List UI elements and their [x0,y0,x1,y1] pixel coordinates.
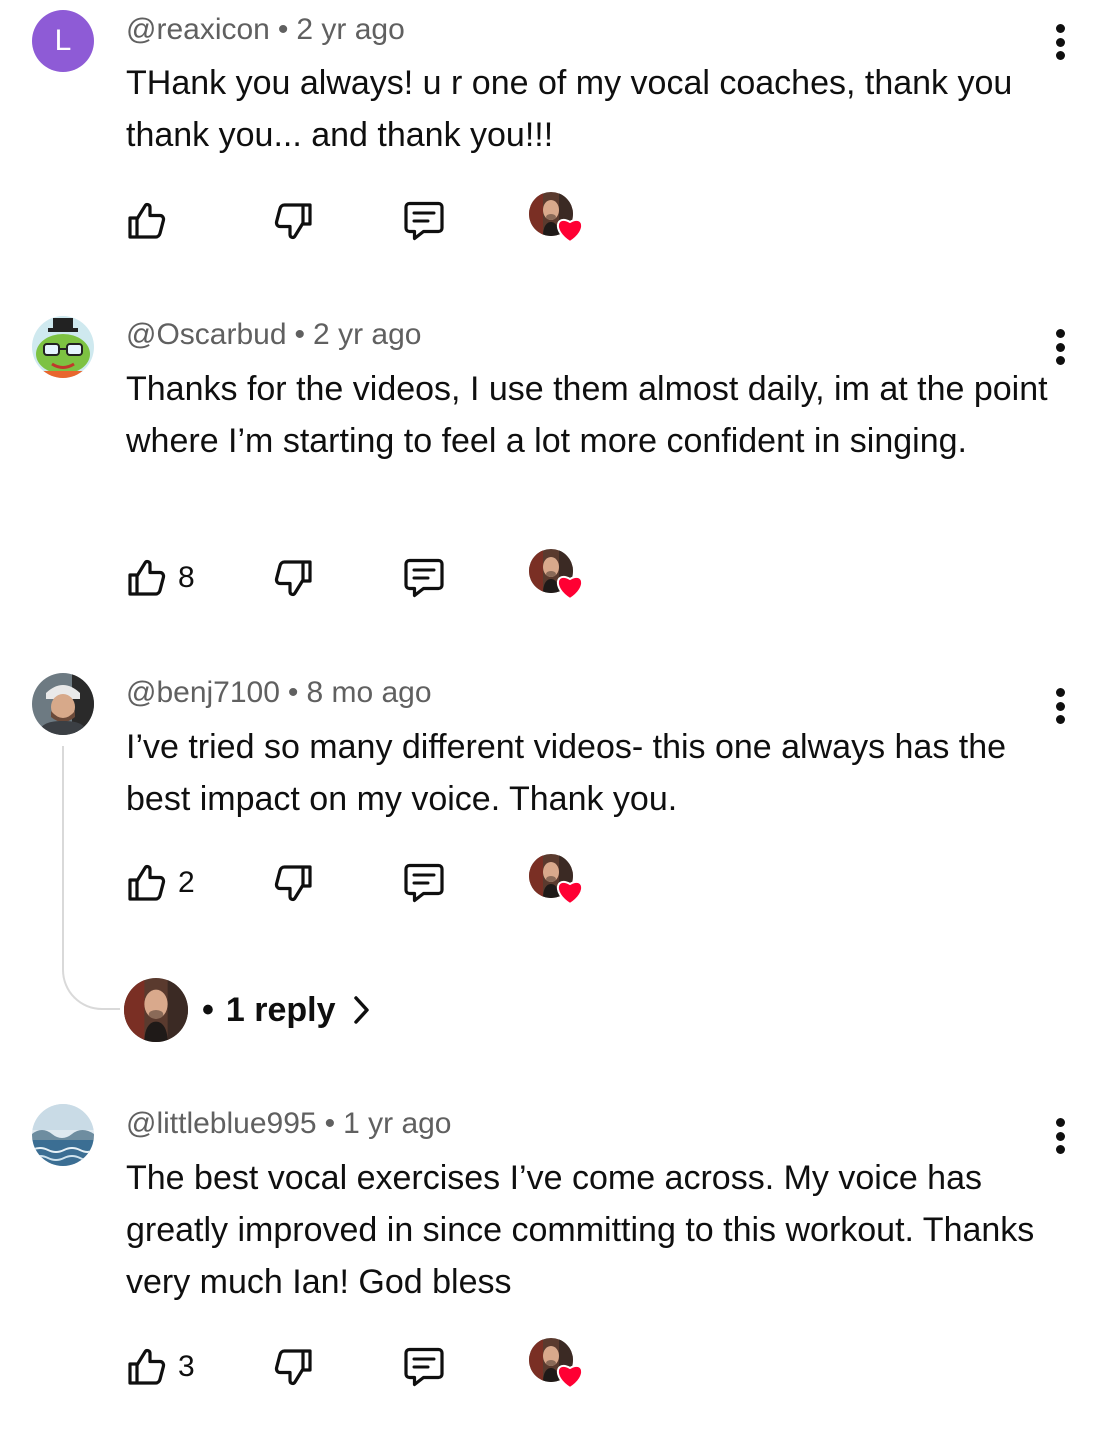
thumbs-down-icon [272,199,316,243]
reply-button[interactable] [400,858,448,908]
heart-icon [555,573,585,601]
frog-avatar-image [32,316,94,378]
like-count: 2 [178,866,195,899]
like-button[interactable] [124,196,178,246]
comment-reply-icon [400,199,448,243]
comment-actions: 3 [0,1342,1102,1392]
like-button[interactable]: 3 [124,1342,195,1392]
more-vertical-icon[interactable] [1046,327,1074,367]
comment-actions: 8 [0,553,1102,603]
replies-label: • 1 reply [202,991,372,1030]
comment-time: 2 yr ago [296,13,405,46]
comment-time: 2 yr ago [313,318,422,351]
avatar[interactable] [32,673,94,735]
meta-separator: • [294,318,306,351]
comment-meta: @reaxicon • 2 yr ago [126,12,405,48]
meta-separator: • [287,676,299,709]
thumbs-down-icon [272,556,316,600]
author-handle[interactable]: @Oscarbud [126,318,287,351]
comment-meta: @benj7100 • 8 mo ago [126,675,432,711]
thumbs-up-icon [124,1345,168,1389]
chevron-right-icon [353,996,369,1024]
ocean-avatar-image [32,1104,94,1166]
comment-text: I’ve tried so many different videos- thi… [126,728,1007,818]
creator-heart-badge [529,549,585,605]
author-handle[interactable]: @littleblue995 [126,1107,317,1140]
dislike-button[interactable] [272,553,316,603]
heart-icon [555,1362,585,1390]
creator-heart-badge [529,1338,585,1394]
comment-actions: 2 [0,858,1102,908]
creator-heart-badge [529,854,585,910]
more-vertical-icon[interactable] [1046,686,1074,726]
comment-time: 1 yr ago [343,1107,452,1140]
reply-button[interactable] [400,553,448,603]
comment-meta: @littleblue995 • 1 yr ago [126,1106,452,1142]
creator-heart-badge [529,192,585,248]
reply-count-text: 1 reply [225,990,336,1029]
comment-text: The best vocal exercises I’ve come acros… [126,1159,1035,1301]
replies-bullet: • [202,990,214,1029]
thumbs-down-icon [272,1345,316,1389]
comment-actions [0,196,1102,246]
comment-text: THank you always! u r one of my vocal co… [126,64,1013,154]
view-replies-button[interactable]: • 1 reply [124,978,372,1042]
comment-time: 8 mo ago [306,676,432,709]
like-button[interactable]: 2 [124,858,195,908]
heart-icon [555,878,585,906]
like-count: 3 [178,1350,195,1383]
dislike-button[interactable] [272,1342,316,1392]
dislike-button[interactable] [272,858,316,908]
reply-button[interactable] [400,1342,448,1392]
thumbs-up-icon [124,861,168,905]
avatar[interactable] [32,316,94,378]
avatar[interactable]: L [32,10,94,72]
user-photo-avatar [32,673,94,735]
creator-avatar [124,978,188,1042]
more-vertical-icon[interactable] [1046,1116,1074,1156]
avatar[interactable] [32,1104,94,1166]
comment-reply-icon [400,556,448,600]
author-handle[interactable]: @reaxicon [126,13,270,46]
thumbs-up-icon [124,199,168,243]
thread-connector-line [62,746,120,1010]
meta-separator: • [277,13,289,46]
thumbs-down-icon [272,861,316,905]
meta-separator: • [324,1107,336,1140]
comment-text: Thanks for the videos, I use them almost… [126,370,1048,460]
comment-reply-icon [400,861,448,905]
dislike-button[interactable] [272,196,316,246]
author-handle[interactable]: @benj7100 [126,676,280,709]
thumbs-up-icon [124,556,168,600]
comment-reply-icon [400,1345,448,1389]
reply-button[interactable] [400,196,448,246]
more-vertical-icon[interactable] [1046,22,1074,62]
like-count: 8 [178,561,195,594]
heart-icon [555,216,585,244]
comment-meta: @Oscarbud • 2 yr ago [126,317,421,353]
like-button[interactable]: 8 [124,553,195,603]
